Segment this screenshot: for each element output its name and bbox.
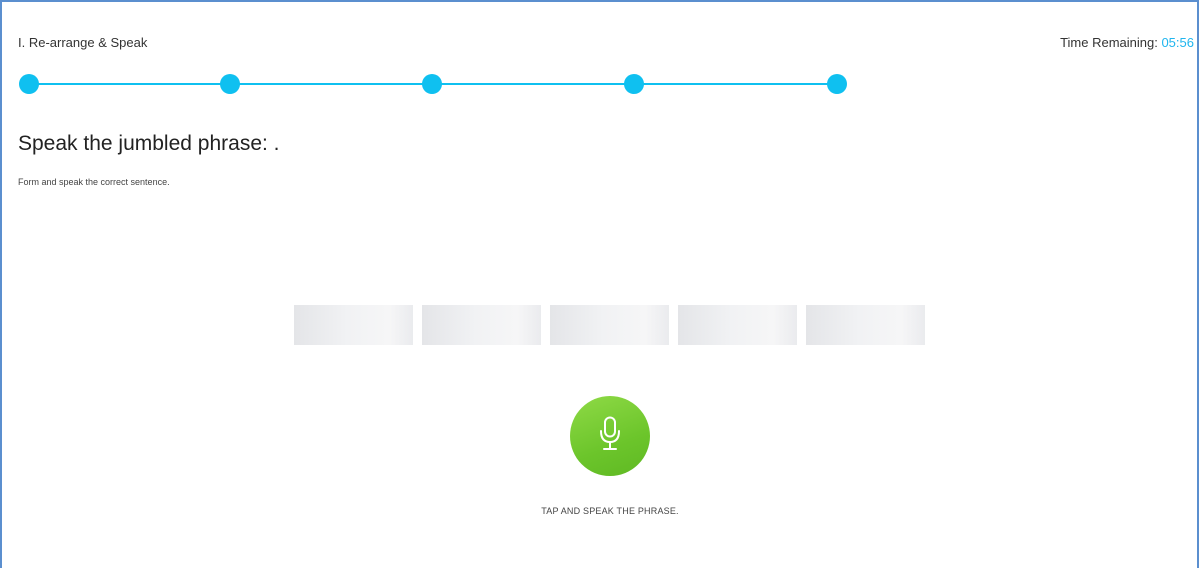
progress-step-3 <box>422 74 442 94</box>
progress-step-5 <box>827 74 847 94</box>
progress-step-1 <box>19 74 39 94</box>
record-button[interactable] <box>570 396 650 476</box>
mic-caption: TAP AND SPEAK THE PHRASE. <box>541 506 679 516</box>
time-remaining: Time Remaining: 05:56 <box>1060 35 1194 50</box>
word-slot-2 <box>422 305 541 345</box>
activity-frame: I. Re-arrange & Speak Time Remaining: 05… <box>0 0 1199 568</box>
question-prompt: Speak the jumbled phrase: . <box>18 132 280 155</box>
word-slot-5 <box>806 305 925 345</box>
word-slot-1 <box>294 305 413 345</box>
timer-value: 05:56 <box>1161 35 1194 50</box>
word-slot-4 <box>678 305 797 345</box>
word-slot-3 <box>550 305 669 345</box>
progress-step-4 <box>624 74 644 94</box>
timer-label: Time Remaining: <box>1060 35 1162 50</box>
word-slots <box>294 305 934 345</box>
progress-step-2 <box>220 74 240 94</box>
microphone-icon <box>600 416 620 450</box>
section-title: I. Re-arrange & Speak <box>18 35 148 50</box>
progress-stepper <box>19 74 847 94</box>
question-instruction: Form and speak the correct sentence. <box>18 177 170 187</box>
